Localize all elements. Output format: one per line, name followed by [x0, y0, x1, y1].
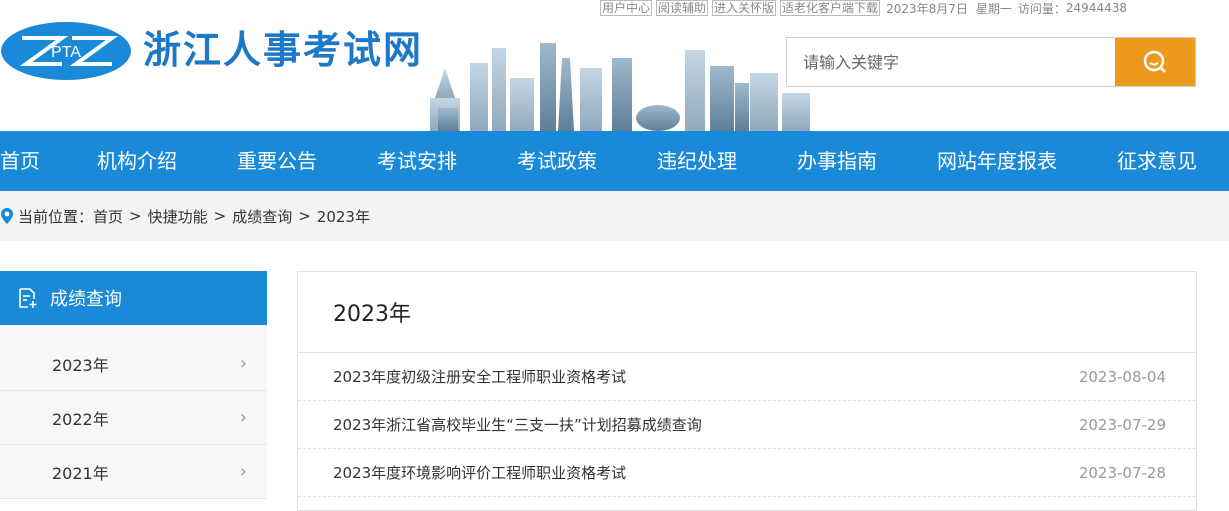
breadcrumb-separator: >: [298, 207, 311, 225]
reading-aid-link[interactable]: 阅读辅助: [656, 0, 709, 16]
search-icon: [1143, 50, 1166, 73]
article-date: 2023-08-04: [1078, 367, 1166, 386]
content-panel: 2023年 2023年度初级注册安全工程师职业资格考试 2023-08-04 2…: [297, 271, 1197, 511]
sidebar-header: 成绩查询: [0, 271, 267, 325]
pta-logo-icon: PTA: [1, 22, 131, 80]
article-row[interactable]: 2023年浙江省高校毕业生“三支一扶”计划招募成绩查询 2023-07-29: [298, 401, 1196, 449]
sidebar-item-label: 2023年: [52, 355, 109, 375]
chevron-right-icon: ›: [239, 407, 247, 428]
date-text: 2023年8月7日: [886, 1, 968, 16]
nav-home[interactable]: 首页: [0, 131, 40, 191]
weekday-text: 星期一: [975, 1, 1012, 16]
breadcrumb-prefix: 当前位置：: [18, 207, 94, 226]
city-skyline-illustration: [430, 43, 810, 131]
breadcrumb-separator: >: [129, 207, 142, 225]
nav-announcements[interactable]: 重要公告: [237, 131, 317, 191]
chevron-right-icon: ›: [239, 353, 247, 374]
visits-count: 24944438: [1065, 1, 1127, 15]
breadcrumb-score-query[interactable]: 成绩查询: [232, 206, 292, 227]
article-title[interactable]: 2023年度环境影响评价工程师职业资格考试: [333, 462, 626, 483]
article-date: 2023-07-29: [1078, 415, 1166, 434]
sidebar-title: 成绩查询: [50, 289, 122, 310]
search-box: [786, 37, 1196, 87]
site-title[interactable]: 浙江人事考试网: [143, 23, 423, 77]
site-logo[interactable]: PTA: [0, 20, 132, 82]
breadcrumb-quick-functions[interactable]: 快捷功能: [148, 206, 208, 227]
sidebar-item-label: 2021年: [52, 463, 109, 483]
breadcrumb-current[interactable]: 2023年: [317, 206, 370, 227]
sidebar-item-label: 2022年: [52, 409, 109, 429]
location-pin-icon: [1, 208, 13, 224]
nav-exam-policy[interactable]: 考试政策: [517, 131, 597, 191]
sidebar-item-2021[interactable]: 2021年 ›: [0, 445, 267, 499]
article-title[interactable]: 2023年浙江省高校毕业生“三支一扶”计划招募成绩查询: [333, 414, 702, 435]
logo-text: PTA: [51, 44, 81, 61]
article-row[interactable]: 2023年度环境影响评价工程师职业资格考试 2023-07-28: [298, 449, 1196, 497]
top-utility-bar: 用户中心 阅读辅助 进入关怀版 适老化客户端下载 2023年8月7日 星期一 访…: [600, 0, 1127, 16]
nav-annual-report[interactable]: 网站年度报表: [937, 131, 1057, 191]
breadcrumb-separator: >: [213, 207, 227, 225]
elderly-client-download-link[interactable]: 适老化客户端下载: [780, 0, 881, 16]
breadcrumb-home[interactable]: 首页: [93, 206, 123, 227]
article-title[interactable]: 2023年度初级注册安全工程师职业资格考试: [333, 366, 626, 387]
page-title: 2023年: [298, 272, 1196, 353]
sidebar-list: 2023年 › 2022年 › 2021年 ›: [0, 325, 267, 499]
sidebar-item-2022[interactable]: 2022年 ›: [0, 391, 267, 445]
breadcrumb: 当前位置： 首页 > 快捷功能 > 成绩查询 > 2023年: [0, 191, 1229, 241]
user-center-link[interactable]: 用户中心: [600, 0, 653, 16]
nav-exam-schedule[interactable]: 考试安排: [377, 131, 457, 191]
sidebar-item-2023[interactable]: 2023年 ›: [0, 325, 267, 391]
chevron-right-icon: ›: [239, 461, 247, 482]
care-version-link[interactable]: 进入关怀版: [712, 0, 777, 16]
document-edit-icon: [16, 287, 38, 309]
main-nav: 首页 机构介绍 重要公告 考试安排 考试政策 违纪处理 办事指南 网站年度报表 …: [0, 131, 1229, 191]
article-row[interactable]: 2023年度初级注册安全工程师职业资格考试 2023-08-04: [298, 353, 1196, 401]
nav-about[interactable]: 机构介绍: [97, 131, 177, 191]
nav-feedback[interactable]: 征求意见: [1117, 131, 1197, 191]
article-date: 2023-07-28: [1078, 463, 1166, 482]
nav-discipline[interactable]: 违纪处理: [657, 131, 737, 191]
visits-label: 访问量：: [1017, 1, 1066, 16]
search-button[interactable]: [1115, 38, 1195, 86]
search-input[interactable]: [787, 38, 1115, 86]
nav-service-guide[interactable]: 办事指南: [797, 131, 877, 191]
